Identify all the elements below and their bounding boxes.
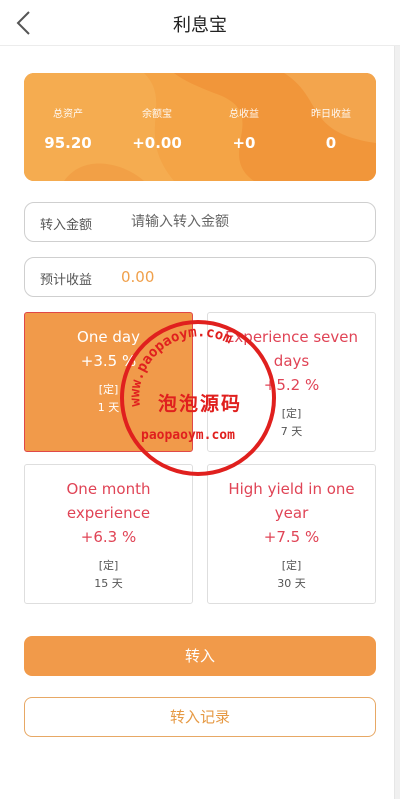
transfer-amount-label: 转入金额 <box>40 218 93 233</box>
watermark-bottom-text: paopaoym.com <box>141 428 235 443</box>
stat-value: +0 <box>232 134 256 152</box>
stat-label: 昨日收益 <box>311 109 351 120</box>
plan-rate: +3.5 % <box>80 352 137 370</box>
estimated-earnings-label: 预计收益 <box>40 273 93 288</box>
stat-value: 0 <box>325 134 337 152</box>
transfer-amount-field: 转入金额 <box>24 202 376 242</box>
stat-label: 总资产 <box>53 109 83 120</box>
watermark-center-text: 泡泡源码 <box>158 393 243 415</box>
plan-card-one-month[interactable]: One month experience +6.3 % [定] 15 天 <box>24 464 193 604</box>
stat-label: 余额宝 <box>142 109 172 120</box>
plan-days: 30 天 <box>277 577 306 590</box>
estimated-earnings-field: 预计收益 0.00 <box>24 257 376 297</box>
plan-name: One day <box>77 328 140 346</box>
page-title: 利息宝 <box>173 15 227 36</box>
plan-rate: +7.5 % <box>263 528 320 546</box>
plan-days: 15 天 <box>94 577 123 590</box>
plan-name: One month experience <box>66 480 151 522</box>
plan-type-tag: [定] <box>281 559 302 572</box>
stat-value: 95.20 <box>44 134 92 152</box>
plan-rate: +6.3 % <box>80 528 137 546</box>
stat-balance: 余额宝 +0.00 <box>117 105 197 152</box>
estimated-earnings-value: 0.00 <box>121 268 155 286</box>
stat-value: +0.00 <box>132 134 182 152</box>
stat-total-assets: 总资产 95.20 <box>28 105 108 152</box>
stat-label: 总收益 <box>229 109 259 120</box>
stat-total-earnings: 总收益 +0 <box>204 105 284 152</box>
scrollbar[interactable] <box>394 46 400 799</box>
asset-summary-card: 总资产 95.20 余额宝 +0.00 总收益 +0 昨日收益 0 <box>24 73 376 181</box>
transfer-in-button[interactable]: 转入 <box>24 636 376 676</box>
top-nav-bar: 利息宝 <box>0 0 400 46</box>
transfer-amount-input[interactable] <box>131 211 361 233</box>
stat-yesterday-earnings: 昨日收益 0 <box>291 105 371 152</box>
plan-name: High yield in one year <box>228 480 355 522</box>
plan-name: Experience seven days <box>224 328 359 370</box>
plan-type-tag: [定] <box>98 559 119 572</box>
plan-card-one-year[interactable]: High yield in one year +7.5 % [定] 30 天 <box>207 464 376 604</box>
transfer-records-button[interactable]: 转入记录 <box>24 697 376 737</box>
